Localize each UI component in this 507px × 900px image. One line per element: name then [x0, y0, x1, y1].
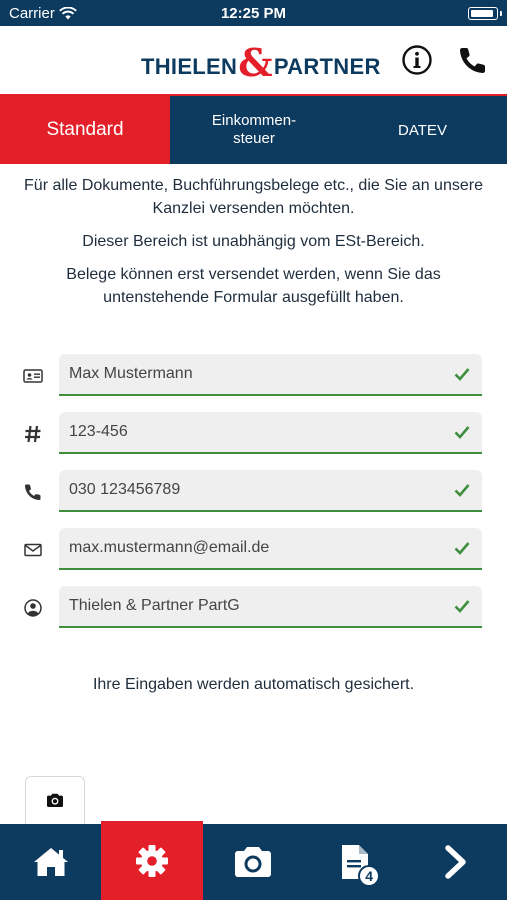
battery-icon — [468, 7, 502, 20]
company-logo: THIELEN & PARTNER — [141, 40, 381, 85]
form-row-phone — [0, 470, 507, 512]
tab-standard[interactable]: Standard — [0, 96, 170, 164]
camera-tab-button[interactable] — [25, 776, 85, 824]
bottom-nav: 4 — [0, 821, 507, 900]
phone-icon[interactable] — [457, 44, 489, 76]
company-field[interactable] — [59, 586, 482, 628]
check-icon — [454, 600, 470, 613]
check-icon — [454, 426, 470, 439]
camera-icon — [235, 847, 272, 877]
hash-icon — [25, 425, 41, 443]
phone-field[interactable] — [59, 470, 482, 512]
user-circle-icon — [24, 599, 42, 617]
gear-icon — [136, 844, 169, 877]
nav-camera[interactable] — [203, 824, 304, 900]
intro-paragraph-1: Für alle Dokumente, Buchführungsbelege e… — [24, 177, 483, 217]
chevron-right-icon — [445, 845, 466, 879]
name-input[interactable] — [69, 354, 439, 394]
number-field[interactable] — [59, 412, 482, 454]
tab-einkommensteuer[interactable]: Einkommen- steuer — [170, 96, 338, 164]
nav-next[interactable] — [406, 824, 507, 900]
number-input[interactable] — [69, 412, 439, 452]
camera-icon — [47, 793, 63, 807]
documents-badge: 4 — [358, 865, 381, 887]
form-row-number — [0, 412, 507, 454]
app-header: THIELEN & PARTNER — [0, 26, 507, 94]
nav-settings[interactable] — [101, 821, 203, 900]
home-icon — [33, 848, 68, 876]
form-row-name — [0, 354, 507, 396]
form-row-email — [0, 528, 507, 570]
logo-word-right: PARTNER — [273, 54, 381, 79]
email-field[interactable] — [59, 528, 482, 570]
check-icon — [454, 542, 470, 555]
clock: 12:25 PM — [220, 5, 287, 22]
autosave-note: Ihre Eingaben werden automatisch gesiche… — [92, 676, 415, 693]
info-icon[interactable] — [401, 44, 433, 76]
phone-input[interactable] — [69, 470, 439, 510]
intro-text: Für alle Dokumente, Buchführungsbelege e… — [20, 174, 487, 319]
nav-documents[interactable]: 4 — [304, 824, 405, 900]
check-icon — [454, 484, 470, 497]
company-input[interactable] — [69, 586, 439, 626]
id-card-icon — [23, 369, 43, 383]
tab-bar: Standard Einkommen- steuer DATEV — [0, 94, 507, 164]
check-icon — [454, 368, 470, 381]
form-row-company — [0, 586, 507, 628]
mail-icon — [24, 543, 42, 557]
intro-paragraph-3: Belege können erst versendet werden, wen… — [66, 266, 441, 306]
app-screen: Carrier 12:25 PM THIELEN & PARTNER Stand… — [0, 0, 507, 900]
status-bar: Carrier 12:25 PM — [0, 0, 507, 26]
nav-home[interactable] — [0, 824, 101, 900]
logo-ampersand: & — [238, 40, 273, 85]
name-field[interactable] — [59, 354, 482, 396]
logo-word-left: THIELEN — [141, 54, 238, 79]
phone-icon — [25, 484, 41, 500]
intro-paragraph-2: Dieser Bereich ist unabhängig vom ESt-Be… — [82, 233, 425, 250]
tab-datev[interactable]: DATEV — [338, 96, 507, 164]
email-input[interactable] — [69, 528, 439, 568]
